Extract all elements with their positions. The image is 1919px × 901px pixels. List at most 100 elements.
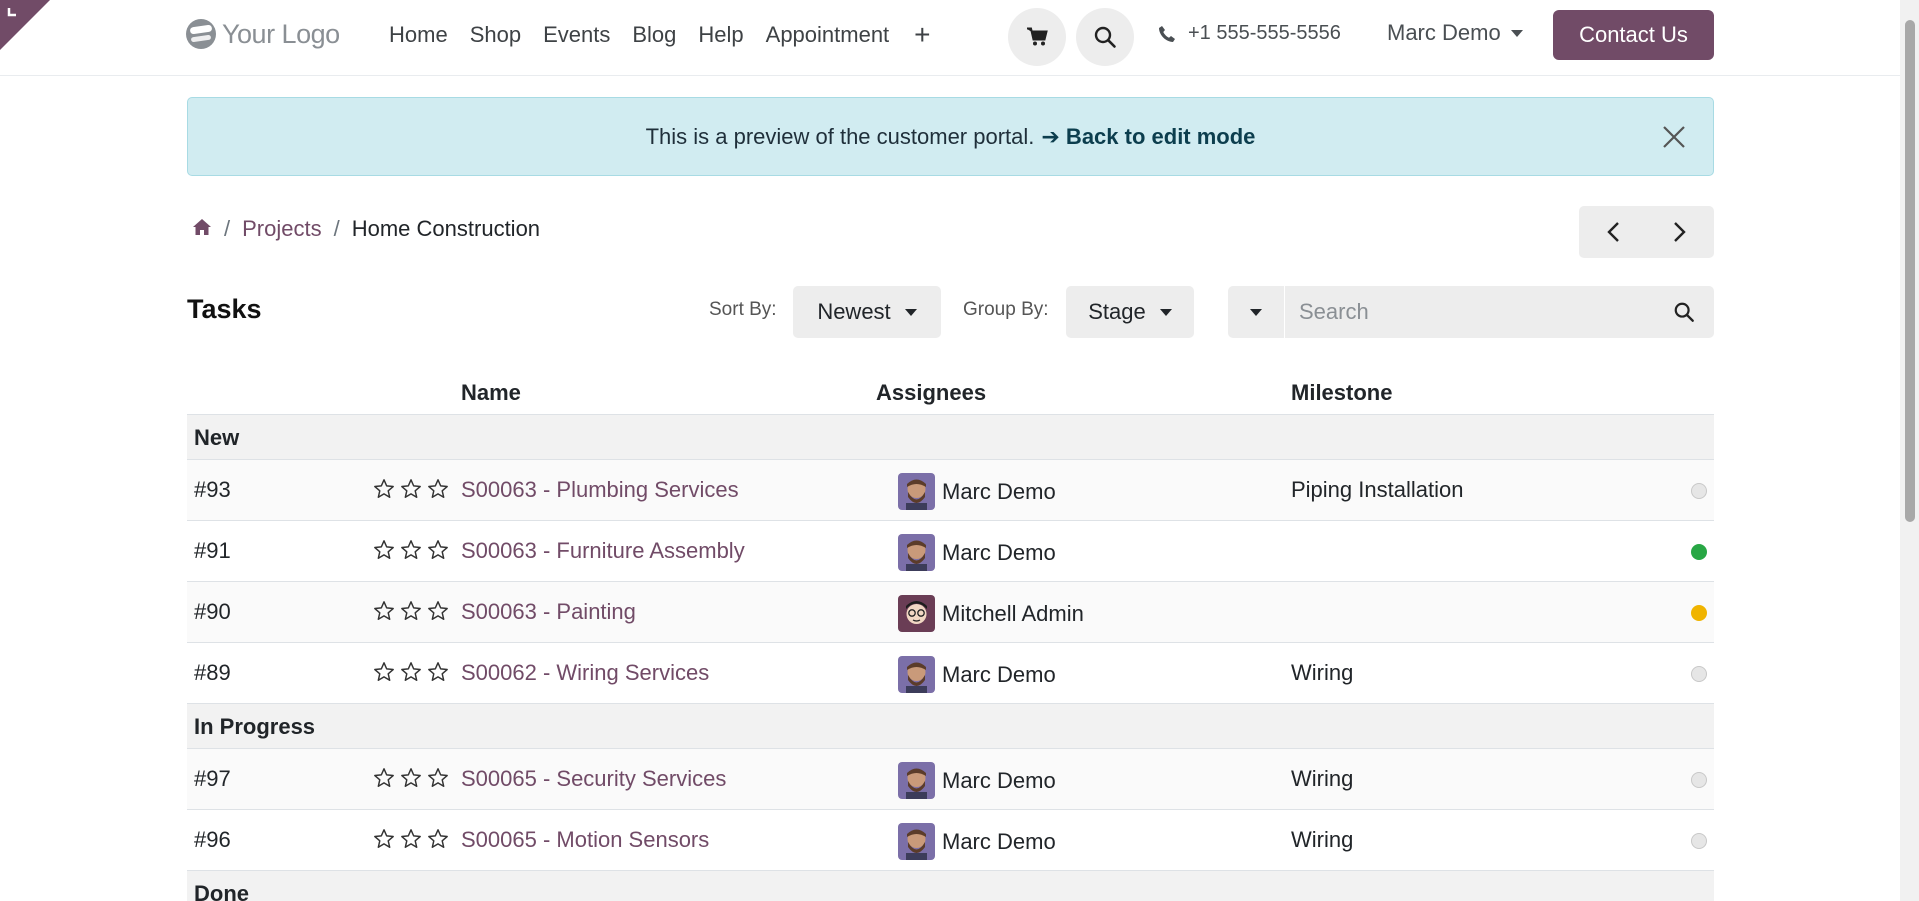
cart-button[interactable]	[1008, 8, 1066, 66]
task-state-indicator[interactable]	[1691, 483, 1707, 499]
task-name-link[interactable]: S00065 - Security Services	[461, 766, 726, 792]
star-icon[interactable]	[400, 478, 422, 500]
phone-link[interactable]: +1 555-555-5556	[1158, 22, 1341, 45]
task-reference: #90	[194, 599, 231, 624]
task-reference: #96	[194, 827, 231, 852]
task-name-link[interactable]: S00063 - Furniture Assembly	[461, 538, 745, 564]
star-icon[interactable]	[400, 828, 422, 850]
breadcrumb-projects[interactable]: Projects	[242, 216, 321, 242]
star-icon[interactable]	[400, 661, 422, 683]
star-icon[interactable]	[427, 767, 449, 789]
task-reference: #97	[194, 766, 231, 791]
assignee-name: Marc Demo	[942, 767, 1056, 793]
task-name-link[interactable]: S00063 - Painting	[461, 599, 636, 625]
star-icon[interactable]	[400, 767, 422, 789]
assignee-name: Marc Demo	[942, 539, 1056, 565]
caret-down-icon	[1159, 308, 1172, 316]
star-icon[interactable]	[427, 539, 449, 561]
breadcrumb-separator: /	[333, 216, 340, 241]
assignee-name: Marc Demo	[942, 478, 1056, 504]
task-assignee: Marc Demo	[898, 473, 1056, 510]
logo-mark-icon	[186, 19, 216, 49]
star-icon[interactable]	[427, 600, 449, 622]
group-by-dropdown[interactable]: Stage	[1066, 286, 1194, 338]
user-menu-toggle[interactable]: Marc Demo	[1387, 20, 1523, 46]
task-state-indicator[interactable]	[1691, 605, 1707, 621]
column-header-name: Name	[461, 380, 521, 405]
contact-us-button[interactable]: Contact Us	[1553, 10, 1714, 60]
group-row-1[interactable]: In Progress	[187, 704, 1714, 749]
search-input[interactable]	[1285, 286, 1654, 338]
nav-link-events[interactable]: Events	[532, 22, 621, 48]
table-row[interactable]: #89 S00062 - Wiring Services Marc Demo Wiri…	[187, 643, 1714, 704]
nav-link-help[interactable]: Help	[687, 22, 754, 48]
star-icon[interactable]	[373, 478, 395, 500]
task-name-link[interactable]: S00062 - Wiring Services	[461, 660, 709, 686]
table-row[interactable]: #90 S00063 - Painting Mitchell Admin	[187, 582, 1714, 643]
group-by-label: Group By:	[963, 299, 1049, 320]
star-icon[interactable]	[373, 661, 395, 683]
search-submit-button[interactable]	[1654, 286, 1714, 338]
home-icon	[193, 219, 211, 235]
star-icon[interactable]	[427, 661, 449, 683]
task-milestone: Wiring	[1291, 827, 1354, 852]
group-row-2[interactable]: Done	[187, 871, 1714, 901]
add-menu-item-button[interactable]: +	[900, 21, 944, 49]
next-button[interactable]	[1647, 206, 1715, 258]
close-icon	[1663, 126, 1685, 148]
cart-icon	[1027, 27, 1048, 46]
scrollbar-thumb[interactable]	[1905, 20, 1915, 522]
search-icon	[1674, 302, 1694, 322]
star-icon[interactable]	[373, 539, 395, 561]
caret-down-icon	[1250, 308, 1262, 316]
sort-by-dropdown[interactable]: Newest	[793, 286, 941, 338]
star-icon[interactable]	[427, 828, 449, 850]
avatar	[898, 473, 935, 510]
task-reference: #89	[194, 660, 231, 685]
avatar	[898, 823, 935, 860]
previous-button[interactable]	[1579, 206, 1647, 258]
search-toggle-button[interactable]	[1076, 8, 1134, 66]
task-state-indicator[interactable]	[1691, 833, 1707, 849]
nav-link-shop[interactable]: Shop	[459, 22, 532, 48]
alert-close-button[interactable]	[1657, 120, 1691, 154]
site-logo[interactable]: Your Logo	[186, 16, 340, 52]
top-navbar: Your Logo Home Shop Events Blog Help App…	[0, 0, 1900, 76]
task-assignee: Marc Demo	[898, 823, 1056, 860]
star-icon[interactable]	[373, 828, 395, 850]
task-name-link[interactable]: S00065 - Motion Sensors	[461, 827, 709, 853]
task-name-link[interactable]: S00063 - Plumbing Services	[461, 477, 739, 503]
star-icon[interactable]	[400, 539, 422, 561]
assignee-name: Marc Demo	[942, 828, 1056, 854]
task-state-indicator[interactable]	[1691, 772, 1707, 788]
nav-link-blog[interactable]: Blog	[621, 22, 687, 48]
star-icon[interactable]	[400, 600, 422, 622]
task-state-indicator[interactable]	[1691, 544, 1707, 560]
table-row[interactable]: #97 S00065 - Security Services Marc Demo Wi…	[187, 749, 1714, 810]
task-state-indicator[interactable]	[1691, 666, 1707, 682]
task-assignee: Marc Demo	[898, 656, 1056, 693]
column-header-milestone: Milestone	[1291, 380, 1393, 405]
page-scrollbar[interactable]	[1900, 0, 1919, 901]
star-icon[interactable]	[373, 600, 395, 622]
nav-link-home[interactable]: Home	[378, 22, 459, 48]
table-row[interactable]: #96 S00065 - Motion Sensors Marc Demo Wirin…	[187, 810, 1714, 871]
group-by-value: Stage	[1088, 299, 1146, 324]
search-filter-dropdown[interactable]	[1228, 286, 1285, 338]
table-row[interactable]: #91 S00063 - Furniture Assembly Marc Demo	[187, 521, 1714, 582]
task-milestone: Piping Installation	[1291, 477, 1464, 502]
breadcrumb-home[interactable]	[192, 216, 212, 242]
table-row[interactable]: #93 S00063 - Plumbing Services Marc Demo Pi…	[187, 460, 1714, 521]
group-label: Done	[194, 881, 249, 901]
task-milestone: Wiring	[1291, 660, 1354, 685]
back-to-edit-link[interactable]: ➔ Back to edit mode	[1041, 124, 1255, 150]
star-icon[interactable]	[427, 478, 449, 500]
star-icon[interactable]	[373, 767, 395, 789]
avatar	[898, 595, 935, 632]
breadcrumb: / Projects / Home Construction	[192, 216, 540, 242]
nav-link-appointment[interactable]: Appointment	[755, 22, 901, 48]
avatar	[898, 534, 935, 571]
table-header: Name Assignees Milestone	[187, 372, 1714, 415]
group-row-0[interactable]: New	[187, 415, 1714, 460]
priority-stars	[373, 539, 449, 561]
